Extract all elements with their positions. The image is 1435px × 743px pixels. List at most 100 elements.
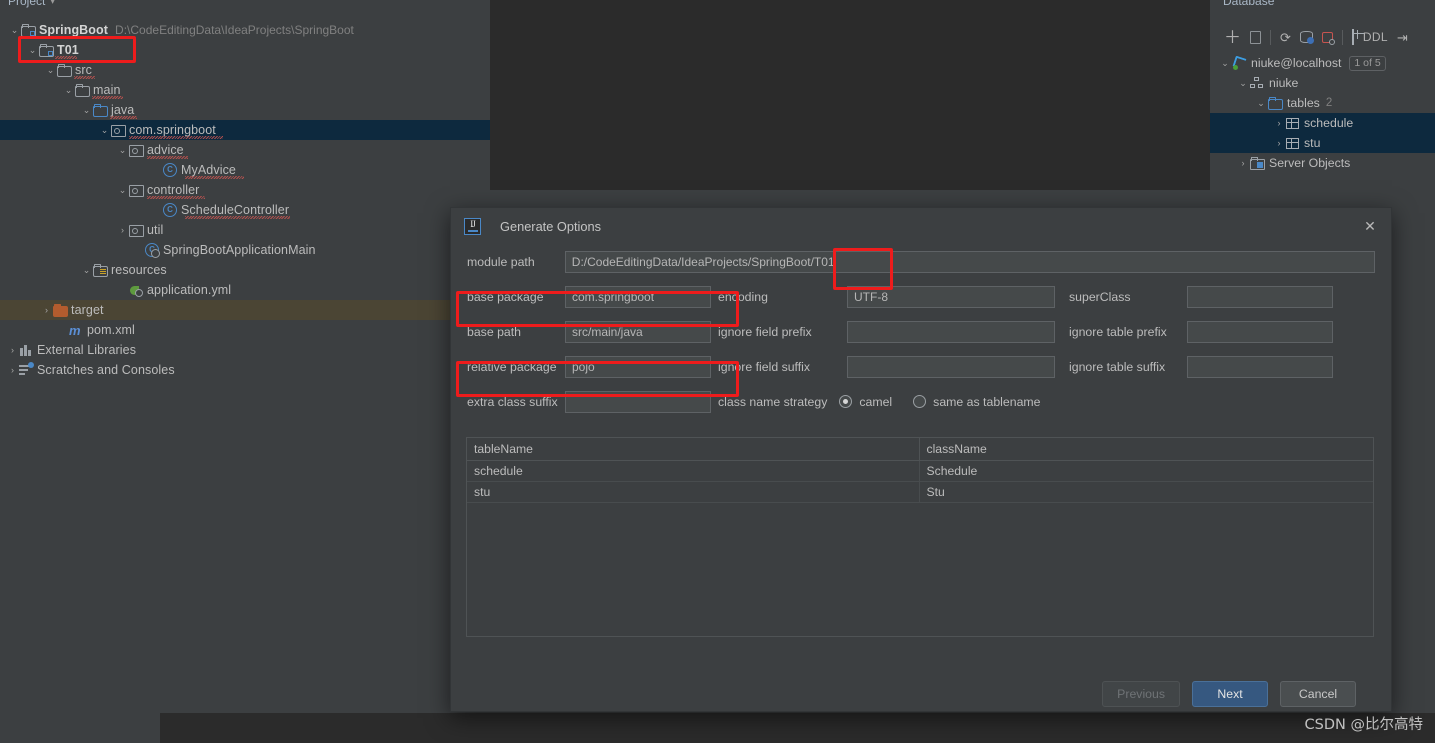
chevron-down-icon[interactable]: ⌄ — [1254, 98, 1268, 109]
tree-item-pom-xml[interactable]: · m pom.xml — [0, 320, 490, 340]
tree-item-label: T01 — [57, 43, 79, 57]
db-item-datasource[interactable]: ⌄ niuke@localhost 1 of 5 — [1210, 53, 1435, 73]
project-tree[interactable]: ⌄ SpringBoot D:\CodeEditingData\IdeaProj… — [0, 20, 490, 380]
table-row[interactable]: stu Stu — [467, 481, 1373, 503]
server-objects-icon — [1250, 157, 1265, 170]
tree-item-myadvice[interactable]: · C MyAdvice — [0, 160, 490, 180]
add-icon[interactable]: ＋ — [1224, 29, 1241, 46]
tree-item-schedulecontroller[interactable]: · C ScheduleController — [0, 200, 490, 220]
chevron-right-icon[interactable]: › — [6, 345, 19, 355]
chevron-down-icon[interactable]: ⌄ — [116, 185, 129, 196]
tree-item-src[interactable]: ⌄ src — [0, 60, 490, 80]
chevron-down-icon[interactable]: ⌄ — [1218, 58, 1232, 69]
chevron-down-icon[interactable]: ⌄ — [80, 265, 93, 276]
tree-item-com-springboot[interactable]: ⌄ com.springboot — [0, 120, 490, 140]
ignore-table-prefix-input[interactable] — [1187, 320, 1333, 343]
table-row[interactable]: schedule Schedule — [467, 460, 1373, 482]
tree-item-advice[interactable]: ⌄ advice — [0, 140, 490, 160]
db-item-server-objects[interactable]: › Server Objects — [1210, 153, 1435, 173]
project-panel-header[interactable]: Project ▾ — [8, 0, 55, 8]
chevron-down-icon[interactable]: ⌄ — [44, 65, 57, 76]
cell-classname[interactable]: Stu — [919, 481, 1373, 503]
chevron-down-icon[interactable]: ⌄ — [1236, 78, 1250, 89]
dialog-body: module path D:/CodeEditingData/IdeaProje… — [451, 244, 1391, 419]
tables-mapping-grid[interactable]: tableName className schedule Schedule st… — [466, 437, 1374, 637]
ignore-field-prefix-input[interactable] — [847, 320, 1055, 343]
refresh-icon[interactable]: ⟳ — [1280, 31, 1291, 44]
tree-item-t01[interactable]: ⌄ T01 — [0, 40, 490, 60]
ide-window: Project ▾ ⌄ SpringBoot D:\CodeEditingDat… — [0, 0, 1435, 743]
relative-package-input[interactable]: pojo — [565, 355, 711, 378]
java-main-class-icon: C — [145, 243, 160, 258]
tree-item-label: application.yml — [147, 283, 232, 297]
ignore-field-suffix-input[interactable] — [847, 355, 1055, 378]
db-item-schema[interactable]: ⌄ niuke — [1210, 73, 1435, 93]
tree-item-controller[interactable]: ⌄ controller — [0, 180, 490, 200]
encoding-input[interactable]: UTF-8 — [847, 285, 1055, 308]
chevron-down-icon[interactable]: ⌄ — [98, 125, 111, 136]
ddl-button[interactable]: DDL — [1363, 30, 1388, 44]
db-item-tables-folder[interactable]: ⌄ tables 2 — [1210, 93, 1435, 113]
ignore-table-suffix-input[interactable] — [1187, 355, 1333, 378]
tree-item-application-yml[interactable]: · application.yml — [0, 280, 490, 300]
tree-item-springbootapplicationmain[interactable]: · C SpringBootApplicationMain — [0, 240, 490, 260]
chevron-down-icon[interactable]: ⌄ — [80, 105, 93, 116]
row-extra-class-suffix: extra class suffix class name strategy c… — [467, 384, 1375, 419]
column-header-tablename[interactable]: tableName — [467, 438, 920, 461]
database-tree[interactable]: ⌄ niuke@localhost 1 of 5 ⌄ niuke ⌄ table… — [1210, 53, 1435, 173]
chevron-right-icon[interactable]: › — [6, 365, 19, 375]
next-button[interactable]: Next — [1192, 681, 1268, 707]
tree-item-main[interactable]: ⌄ main — [0, 80, 490, 100]
chevron-right-icon[interactable]: › — [40, 305, 53, 315]
chevron-down-icon[interactable]: ▾ — [50, 0, 55, 7]
table-icon[interactable] — [1351, 29, 1354, 45]
db-properties-icon[interactable] — [1299, 31, 1314, 44]
tree-item-java[interactable]: ⌄ java — [0, 100, 490, 120]
db-item-table-stu[interactable]: › stu — [1210, 133, 1435, 153]
previous-button[interactable]: Previous — [1102, 681, 1180, 707]
chevron-right-icon[interactable]: › — [116, 225, 129, 235]
close-icon[interactable]: ✕ — [1361, 217, 1379, 235]
base-path-input[interactable]: src/main/java — [565, 320, 711, 343]
toolbar-separator — [1341, 29, 1343, 45]
chevron-down-icon[interactable]: ⌄ — [116, 145, 129, 156]
copy-icon[interactable] — [1250, 30, 1261, 44]
radio-camel[interactable] — [839, 395, 853, 408]
cell-tablename[interactable]: schedule — [467, 460, 920, 482]
ignore-field-prefix-label: ignore field prefix — [718, 324, 812, 339]
chevron-down-icon[interactable]: ⌄ — [62, 85, 75, 96]
cell-tablename[interactable]: stu — [467, 481, 920, 503]
chevron-right-icon[interactable]: › — [1272, 118, 1286, 128]
table-icon — [1286, 137, 1299, 149]
module-folder-icon — [39, 44, 54, 57]
tree-item-resources[interactable]: ⌄ resources — [0, 260, 490, 280]
chevron-down-icon[interactable]: ⌄ — [26, 45, 39, 56]
tree-item-label: SpringBootApplicationMain — [163, 243, 316, 257]
db-item-label: schedule — [1304, 116, 1354, 130]
tree-item-util[interactable]: › util — [0, 220, 490, 240]
project-tool-window: Project ▾ ⌄ SpringBoot D:\CodeEditingDat… — [0, 0, 490, 713]
module-path-input[interactable]: D:/CodeEditingData/IdeaProjects/SpringBo… — [564, 250, 1375, 273]
ignore-table-suffix-label: ignore table suffix — [1069, 359, 1166, 374]
stop-icon[interactable] — [1321, 31, 1335, 45]
tree-item-target[interactable]: › target — [0, 300, 490, 320]
tree-item-springboot[interactable]: ⌄ SpringBoot D:\CodeEditingData\IdeaProj… — [0, 20, 490, 40]
column-header-classname[interactable]: className — [919, 438, 1373, 461]
base-package-input[interactable]: com.springboot — [565, 285, 711, 308]
chevron-down-icon[interactable]: ⌄ — [8, 25, 21, 36]
superclass-input[interactable] — [1187, 285, 1333, 308]
radio-same-as-tablename[interactable] — [913, 395, 927, 408]
cell-classname[interactable]: Schedule — [919, 460, 1373, 482]
database-toolbar[interactable]: ＋ ⟳ DDL ⇥ — [1224, 24, 1435, 50]
chevron-right-icon[interactable]: › — [1272, 138, 1286, 148]
radio-group-class-name-strategy[interactable]: camel same as tablename — [839, 395, 1054, 409]
jump-to-console-icon[interactable]: ⇥ — [1397, 31, 1408, 44]
yaml-file-icon — [129, 284, 143, 297]
cancel-button[interactable]: Cancel — [1280, 681, 1356, 707]
tree-item-external-libraries[interactable]: › External Libraries — [0, 340, 490, 360]
folder-icon — [57, 64, 72, 77]
tree-item-scratches-and-consoles[interactable]: › Scratches and Consoles — [0, 360, 490, 380]
db-item-table-schedule[interactable]: › schedule — [1210, 113, 1435, 133]
extra-class-suffix-input[interactable] — [565, 390, 711, 413]
chevron-right-icon[interactable]: › — [1236, 158, 1250, 168]
